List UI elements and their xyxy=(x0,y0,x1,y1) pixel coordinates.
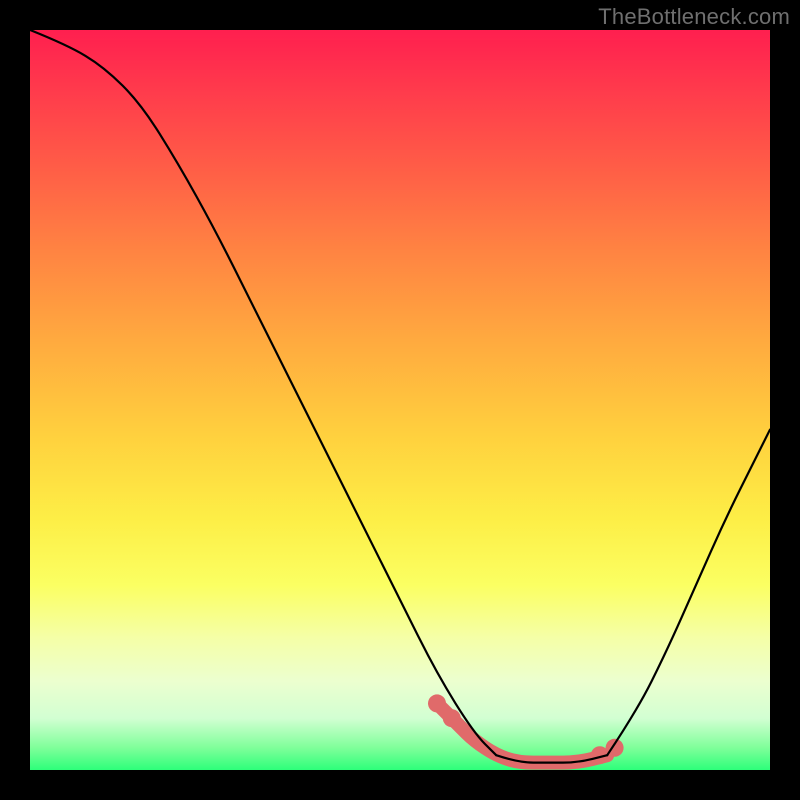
highlight-dot xyxy=(428,694,446,712)
chart-svg xyxy=(30,30,770,770)
curve-group xyxy=(30,30,770,763)
left-curve xyxy=(30,30,496,755)
highlight-dot xyxy=(443,709,461,727)
plot-area xyxy=(30,30,770,770)
watermark-text: TheBottleneck.com xyxy=(598,4,790,30)
optimal-range-highlight xyxy=(437,703,607,762)
right-curve xyxy=(607,430,770,756)
outer-frame: TheBottleneck.com xyxy=(0,0,800,800)
